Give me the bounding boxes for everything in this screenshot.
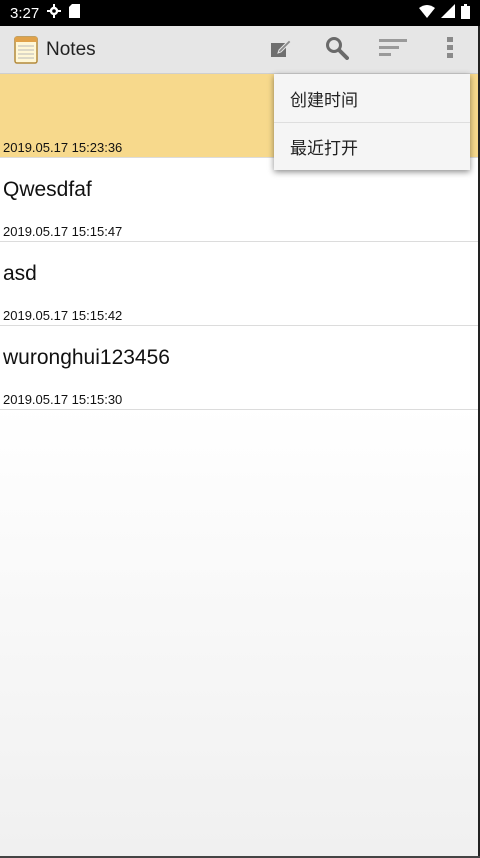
status-time: 3:27	[10, 4, 40, 22]
notes-list: 2019.05.17 15:23:36 Qwesdfaf 2019.05.17 …	[0, 74, 478, 856]
overflow-menu-icon	[447, 37, 453, 63]
note-item[interactable]: wuronghui123456 2019.05.17 15:15:30	[0, 326, 478, 410]
note-title: Qwesdfaf	[3, 178, 92, 201]
note-time: 2019.05.17 15:15:42	[3, 308, 123, 323]
new-note-button[interactable]	[257, 26, 305, 74]
menu-item-recently-opened[interactable]: 最近打开	[274, 122, 470, 170]
menu-item-created-time[interactable]: 创建时间	[274, 74, 470, 122]
sort-icon	[379, 38, 407, 62]
search-button[interactable]	[313, 26, 361, 74]
battery-icon	[461, 3, 470, 23]
overflow-menu-button[interactable]	[426, 26, 474, 74]
app-title: Notes	[46, 38, 96, 60]
note-title: asd	[3, 262, 37, 285]
note-item[interactable]: asd 2019.05.17 15:15:42	[0, 242, 478, 326]
search-icon	[325, 36, 349, 64]
gear-icon	[47, 4, 62, 22]
status-bar: 3:27	[0, 0, 480, 26]
signal-icon	[441, 4, 455, 22]
note-title: wuronghui123456	[3, 346, 170, 369]
app-bar: Notes	[0, 26, 478, 74]
note-time: 2019.05.17 15:23:36	[3, 140, 123, 155]
note-item[interactable]: Qwesdfaf 2019.05.17 15:15:47	[0, 158, 478, 242]
new-note-icon	[270, 38, 292, 62]
sort-popup-menu: 创建时间 最近打开	[274, 74, 470, 170]
sd-card-icon	[69, 4, 81, 22]
sort-button[interactable]	[369, 26, 417, 74]
note-time: 2019.05.17 15:15:30	[3, 392, 123, 407]
wifi-icon	[419, 4, 435, 22]
notepad-icon	[14, 35, 38, 64]
note-time: 2019.05.17 15:15:47	[3, 224, 123, 239]
